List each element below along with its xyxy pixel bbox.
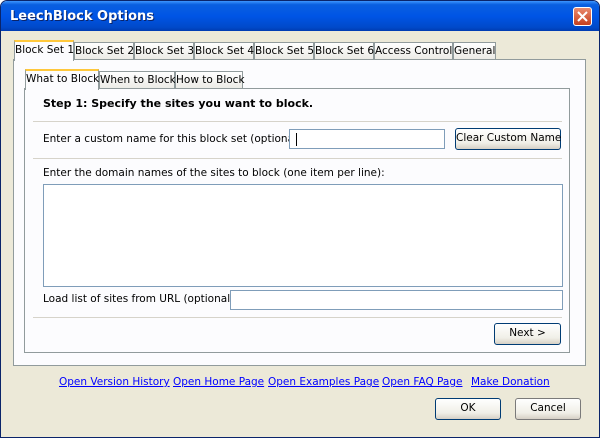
link-make-donation[interactable]: Make Donation — [471, 376, 550, 388]
tab-block-set-2[interactable]: Block Set 2 — [74, 42, 134, 59]
divider — [33, 317, 562, 318]
tab-how-to-block[interactable]: How to Block — [175, 71, 245, 88]
divider — [33, 121, 562, 122]
divider — [33, 158, 562, 159]
custom-name-input[interactable] — [289, 129, 445, 149]
next-button[interactable]: Next > — [494, 323, 561, 345]
link-faq-page[interactable]: Open FAQ Page — [382, 376, 462, 388]
tab-block-set-6[interactable]: Block Set 6 — [314, 42, 374, 59]
link-examples-page[interactable]: Open Examples Page — [268, 376, 379, 388]
text-caret — [296, 133, 297, 146]
link-version-history[interactable]: Open Version History — [59, 376, 170, 388]
window-title: LeechBlock Options — [10, 9, 155, 24]
custom-name-label: Enter a custom name for this block set (… — [43, 133, 305, 145]
tab-block-set-4[interactable]: Block Set 4 — [194, 42, 254, 59]
sites-url-input[interactable] — [230, 290, 563, 310]
close-icon — [577, 11, 588, 22]
tab-block-set-5[interactable]: Block Set 5 — [254, 42, 314, 59]
clear-custom-name-button[interactable]: Clear Custom Name — [455, 128, 561, 150]
tab-access-control[interactable]: Access Control — [374, 42, 453, 59]
title-bar[interactable]: LeechBlock Options — [1, 1, 599, 31]
close-button[interactable] — [573, 7, 592, 26]
step-title: Step 1: Specify the sites you want to bl… — [43, 97, 314, 110]
tab-when-to-block[interactable]: When to Block — [99, 71, 176, 88]
what-to-block-panel: Step 1: Specify the sites you want to bl… — [24, 88, 570, 353]
cancel-button[interactable]: Cancel — [515, 398, 581, 420]
ok-button[interactable]: OK — [435, 398, 501, 420]
tab-general[interactable]: General — [453, 42, 496, 59]
domains-textarea[interactable] — [43, 184, 563, 287]
tab-what-to-block[interactable]: What to Block — [25, 69, 99, 90]
link-home-page[interactable]: Open Home Page — [173, 376, 264, 388]
options-window: LeechBlock Options Block Set 1 Block Set… — [0, 0, 600, 438]
domains-label: Enter the domain names of the sites to b… — [43, 167, 385, 179]
url-label: Load list of sites from URL (optional): — [43, 293, 238, 305]
tab-block-set-3[interactable]: Block Set 3 — [134, 42, 194, 59]
dialog-body: Block Set 1 Block Set 2 Block Set 3 Bloc… — [5, 31, 595, 433]
tab-block-set-1[interactable]: Block Set 1 — [14, 40, 74, 61]
